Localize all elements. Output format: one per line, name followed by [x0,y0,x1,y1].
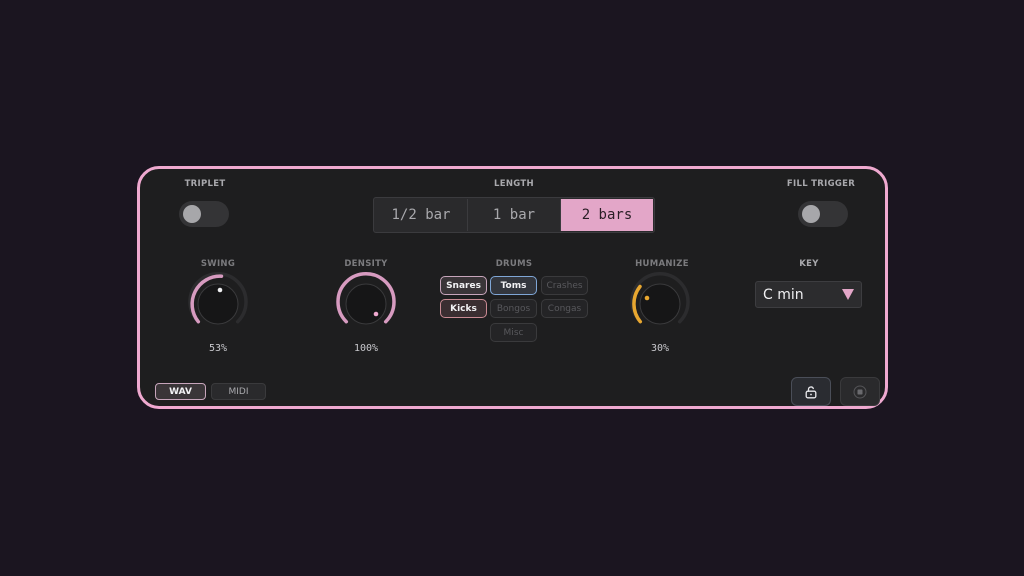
dropdown-triangle-icon [842,289,854,300]
drum-generator-panel: TRIPLET LENGTH 1/2 bar 1 bar 2 bars FILL… [137,166,888,409]
fill-trigger-toggle[interactable] [798,201,848,227]
length-option-2-bars[interactable]: 2 bars [561,199,653,231]
density-knob-indicator [373,311,379,317]
drum-chip-toms[interactable]: Toms [490,276,537,295]
drum-chip-kicks[interactable]: Kicks [440,299,487,318]
drum-chip-misc[interactable]: Misc [490,323,537,342]
drum-chip-bongos[interactable]: Bongos [490,299,537,318]
swing-value: 53% [208,343,228,354]
humanize-knob-arc [632,284,643,324]
format-wav-button[interactable]: WAV [155,383,206,400]
fill-trigger-toggle-knob [802,205,820,223]
drum-chip-snares[interactable]: Snares [440,276,487,295]
humanize-knob[interactable] [628,272,692,336]
triplet-label: TRIPLET [184,179,226,189]
stop-icon [853,385,867,398]
key-select-value: C min [763,286,804,303]
humanize-knob-indicator [644,295,650,301]
length-label: LENGTH [494,179,534,189]
humanize-label: HUMANIZE [635,259,689,269]
density-value: 100% [353,343,379,354]
density-knob-body [345,283,387,325]
density-knob[interactable] [334,272,398,336]
fill-trigger-label: FILL TRIGGER [786,179,856,189]
triplet-toggle[interactable] [179,201,229,227]
stop-button[interactable] [840,377,880,406]
lock-button[interactable] [791,377,831,406]
key-select[interactable]: C min [755,281,862,308]
drums-label: DRUMS [495,259,533,269]
density-label: DENSITY [344,259,388,269]
unlock-icon [805,385,817,398]
length-option-1-bar[interactable]: 1 bar [468,199,561,231]
humanize-value: 30% [650,343,670,354]
format-midi-button[interactable]: MIDI [211,383,266,400]
key-label: KEY [799,259,819,269]
length-option-half-bar[interactable]: 1/2 bar [375,199,468,231]
swing-knob[interactable] [186,272,250,336]
swing-knob-indicator [217,287,223,293]
triplet-toggle-knob [183,205,201,223]
humanize-knob-body [639,283,681,325]
drum-chip-congas[interactable]: Congas [541,299,588,318]
length-segmented-control: 1/2 bar 1 bar 2 bars [373,197,655,233]
swing-label: SWING [200,259,236,269]
drum-chip-crashes[interactable]: Crashes [541,276,588,295]
